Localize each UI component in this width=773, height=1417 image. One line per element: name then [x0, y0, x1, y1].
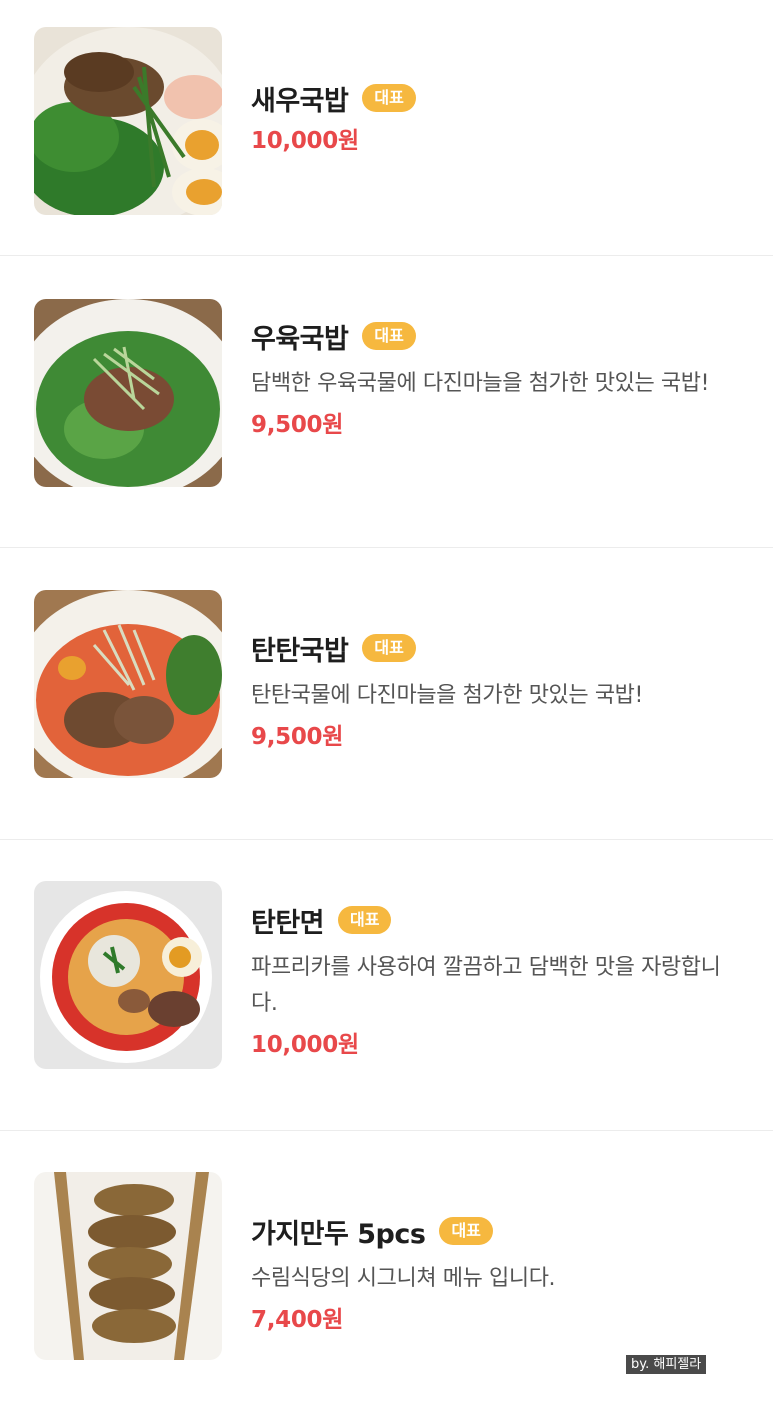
menu-item-name: 탄탄면	[251, 907, 325, 939]
menu-item-price: 9,500원	[251, 724, 344, 750]
menu-item-tantan-gukbap[interactable]: 탄탄국밥 대표 탄탄국물에 다진마늘을 첨가한 맛있는 국밥! 9,500원	[0, 548, 773, 840]
menu-item-photo[interactable]	[34, 590, 222, 778]
tantanmyeon-photo	[34, 881, 222, 1069]
menu-item-description: 탄탄국물에 다진마늘을 첨가한 맛있는 국밥!	[251, 683, 643, 708]
signature-badge: 대표	[362, 84, 416, 112]
menu-item-description: 담백한 우육국물에 다진마늘을 첨가한 맛있는 국밥!	[251, 371, 710, 396]
eggplant-dumpling-photo	[34, 1172, 222, 1360]
menu-item-photo[interactable]	[34, 1172, 222, 1360]
menu-item-price: 10,000원	[251, 128, 359, 154]
menu-item-price: 9,500원	[251, 412, 344, 438]
menu-item-name: 우육국밥	[251, 323, 349, 355]
signature-badge: 대표	[439, 1217, 493, 1245]
menu-item-name: 가지만두 5pcs	[251, 1218, 426, 1250]
menu-item-description: 파프리카를 사용하여 깔끔하고 담백한 맛을 자랑합니다.	[251, 955, 721, 1016]
shrimp-gukbap-photo	[34, 27, 222, 215]
menu-item-photo[interactable]	[34, 881, 222, 1069]
menu-item-photo[interactable]	[34, 27, 222, 215]
beef-gukbap-photo	[34, 299, 222, 487]
tantan-gukbap-photo	[34, 590, 222, 778]
menu-item-price: 7,400원	[251, 1307, 344, 1333]
menu-item-name: 탄탄국밥	[251, 635, 349, 667]
menu-item-photo[interactable]	[34, 299, 222, 487]
menu-item-description: 수림식당의 시그니쳐 메뉴 입니다.	[251, 1266, 556, 1291]
menu-item-price: 10,000원	[251, 1032, 359, 1058]
menu-item-tantanmyeon[interactable]: 탄탄면 대표 파프리카를 사용하여 깔끔하고 담백한 맛을 자랑합니다. 10,…	[0, 840, 773, 1131]
watermark: by. 해피젤라	[626, 1355, 707, 1374]
menu-item-eggplant-dumpling[interactable]: 가지만두 5pcs 대표 수림식당의 시그니쳐 메뉴 입니다. 7,400원	[0, 1131, 773, 1417]
signature-badge: 대표	[338, 906, 392, 934]
signature-badge: 대표	[362, 322, 416, 350]
signature-badge: 대표	[362, 634, 416, 662]
menu-item-name: 새우국밥	[251, 85, 349, 117]
menu-item-shrimp-gukbap[interactable]: 새우국밥 대표 10,000원	[0, 0, 773, 256]
menu-item-beef-gukbap[interactable]: 우육국밥 대표 담백한 우육국물에 다진마늘을 첨가한 맛있는 국밥! 9,50…	[0, 256, 773, 548]
